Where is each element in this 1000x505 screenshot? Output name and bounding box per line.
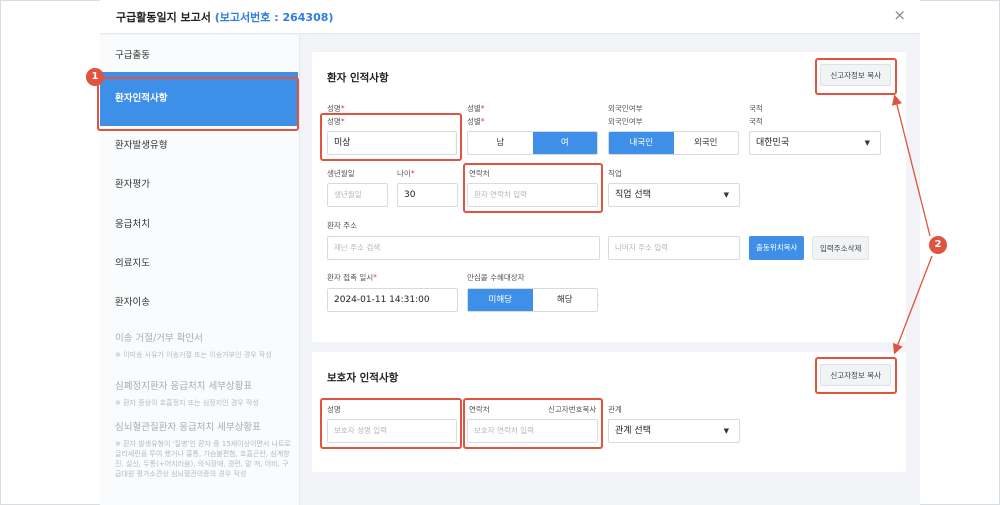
contact-time-label: 환자 접촉 일시* — [327, 272, 377, 283]
modal-title: 구급활동일지 보고서 (보고서번호 : 264308) — [116, 9, 333, 25]
copy-reporter-number-link[interactable]: 신고자번호복사 — [548, 404, 596, 415]
name-label: 성명* — [327, 116, 345, 127]
sidebar-item-refusal: 이송 거절/거부 확인서 ※ 이미송 사유가 이송거절 또는 이송거부인 경우 … — [100, 332, 300, 360]
chevron-down-icon: ▼ — [723, 191, 729, 199]
foreign-toggle: 내국인 외국인 — [608, 131, 739, 155]
nationality-value: 대한민국 — [756, 138, 790, 148]
foreign-native-option[interactable]: 내국인 — [609, 132, 674, 154]
required-mark: * — [340, 104, 345, 113]
required-mark: * — [480, 117, 485, 126]
address-search-input[interactable]: 재난 주소 검색 — [327, 236, 600, 260]
job-select[interactable]: 직업 선택 ▼ — [608, 183, 740, 207]
foreign-label: 외국인여부 — [608, 117, 643, 126]
close-icon[interactable]: × — [893, 6, 906, 24]
guardian-name-label: 성명 — [327, 405, 341, 414]
age-input[interactable]: 30 — [397, 183, 458, 207]
relief-no-option[interactable]: 미해당 — [468, 289, 533, 311]
gender-female-option[interactable]: 여 — [532, 132, 597, 154]
age-label: 나이* — [397, 168, 415, 179]
patient-card-title: 환자 인적사항 — [327, 72, 389, 84]
sidebar-item-note: ※ 환자 발생유형이 '질병'인 환자 중 15세이상이면서 나트로글리세린을 … — [115, 440, 291, 478]
name-label-top: 성명* — [327, 103, 345, 114]
patient-contact-input[interactable]: 환자 연락처 입력 — [467, 183, 598, 207]
sidebar-item-label: 이송 거절/거부 확인서 — [115, 333, 203, 344]
chevron-down-icon: ▼ — [864, 139, 870, 147]
sidebar-item-label: 심뇌혈관질환자 응급처치 세부상황표 — [115, 422, 261, 433]
gender-toggle: 남 여 — [467, 131, 598, 155]
sidebar-item-note: ※ 환자 증상이 호흡정지 또는 심정지인 경우 작성 — [115, 399, 259, 407]
label-text: 환자 접촉 일시 — [327, 273, 374, 282]
sidebar-item-label: 심폐정지환자 응급처치 세부상황표 — [115, 381, 253, 392]
address-rest-input[interactable]: 나머지 주소 입력 — [608, 236, 740, 260]
gender-label-top: 성별* — [467, 103, 485, 114]
report-number: (보고서번호 : 264308) — [214, 11, 334, 24]
relation-label: 관계 — [608, 405, 622, 414]
modal-title-main: 구급활동일지 보고서 — [116, 11, 211, 24]
sidebar-item-patient-info[interactable]: 환자인적사항 — [100, 72, 298, 126]
gender-male-option[interactable]: 남 — [468, 132, 533, 154]
label-text: 성별 — [467, 117, 481, 126]
required-mark: * — [340, 117, 345, 126]
guardian-contact-input[interactable]: 보호자 연락처 입력 — [467, 419, 598, 443]
section-sidebar: 구급출동 환자인적사항 환자발생유형 환자평가 응급처치 의료지도 환자이송 이… — [100, 35, 300, 505]
birth-label: 생년월일 — [327, 169, 355, 178]
report-modal: 구급활동일지 보고서 (보고서번호 : 264308) × 구급출동 환자인적사… — [100, 0, 920, 505]
nationality-label-top: 국적 — [749, 104, 763, 113]
foreign-label-top: 외국인여부 — [608, 104, 643, 113]
sidebar-item-occurrence-type[interactable]: 환자발생유형 — [100, 133, 300, 159]
sidebar-item-cerebrovascular: 심뇌혈관질환자 응급처치 세부상황표 ※ 환자 발생유형이 '질병'인 환자 중… — [100, 421, 300, 479]
sidebar-item-assessment[interactable]: 환자평가 — [100, 172, 300, 198]
sidebar-item-dispatch[interactable]: 구급출동 — [100, 43, 300, 69]
guardian-card-title: 보호자 인적사항 — [327, 372, 399, 384]
patient-name-input[interactable]: 미상 — [327, 131, 457, 155]
delete-address-button[interactable]: 입력주소삭제 — [812, 236, 870, 260]
required-mark: * — [410, 169, 415, 178]
guardian-copy-reporter-button[interactable]: 신고자정보 복사 — [820, 364, 891, 386]
patient-info-card: 환자 인적사항 신고자정보 복사 성명* 성명* 성별* 성별* 외국인여부 외… — [312, 52, 906, 342]
relief-yes-option[interactable]: 해당 — [533, 289, 598, 311]
relief-label: 안심콜 수혜대상자 — [467, 273, 525, 282]
chevron-down-icon: ▼ — [723, 427, 729, 435]
nationality-select[interactable]: 대한민국 ▼ — [749, 131, 881, 155]
sidebar-item-medical-guidance[interactable]: 의료지도 — [100, 251, 300, 277]
birth-input[interactable]: 생년월일 — [327, 183, 388, 207]
annotation-badge-1: 1 — [86, 68, 104, 86]
label-text: 나이 — [397, 169, 411, 178]
modal-titlebar: 구급활동일지 보고서 (보고서번호 : 264308) × — [100, 0, 920, 34]
nationality-label: 국적 — [749, 117, 763, 126]
foreign-foreigner-option[interactable]: 외국인 — [674, 132, 739, 154]
copy-dispatch-location-button[interactable]: 출동위치복사 — [749, 236, 805, 260]
gender-label: 성별* — [467, 116, 485, 127]
guardian-name-input[interactable]: 보호자 성명 입력 — [327, 419, 457, 443]
contact-time-input[interactable]: 2024-01-11 14:31:00 — [327, 288, 458, 312]
guardian-info-card: 보호자 인적사항 신고자정보 복사 성명 연락처 신고자번호복사 관계 보호자 … — [312, 352, 906, 472]
relation-value: 관계 선택 — [615, 426, 651, 436]
label-text: 성명 — [327, 117, 341, 126]
sidebar-item-transport[interactable]: 환자이송 — [100, 290, 300, 316]
label-text: 성별 — [467, 104, 481, 113]
annotation-badge-2: 2 — [929, 236, 947, 254]
relation-select[interactable]: 관계 선택 ▼ — [608, 419, 740, 443]
sidebar-item-first-aid[interactable]: 응급처치 — [100, 212, 300, 238]
required-mark: * — [373, 273, 377, 282]
contact-label: 연락처 — [469, 169, 490, 178]
sidebar-item-cardiac-arrest: 심폐정지환자 응급처치 세부상황표 ※ 환자 증상이 호흡정지 또는 심정지인 … — [100, 380, 300, 408]
job-value: 직업 선택 — [615, 190, 651, 200]
guardian-contact-label: 연락처 — [469, 405, 490, 414]
relief-toggle: 미해당 해당 — [467, 288, 598, 312]
sidebar-item-note: ※ 이미송 사유가 이송거절 또는 이송거부인 경우 작성 — [115, 351, 272, 359]
job-label: 직업 — [608, 169, 622, 178]
label-text: 성명 — [327, 104, 341, 113]
address-label: 환자 주소 — [327, 221, 357, 230]
patient-copy-reporter-button[interactable]: 신고자정보 복사 — [820, 64, 891, 86]
required-mark: * — [480, 104, 485, 113]
